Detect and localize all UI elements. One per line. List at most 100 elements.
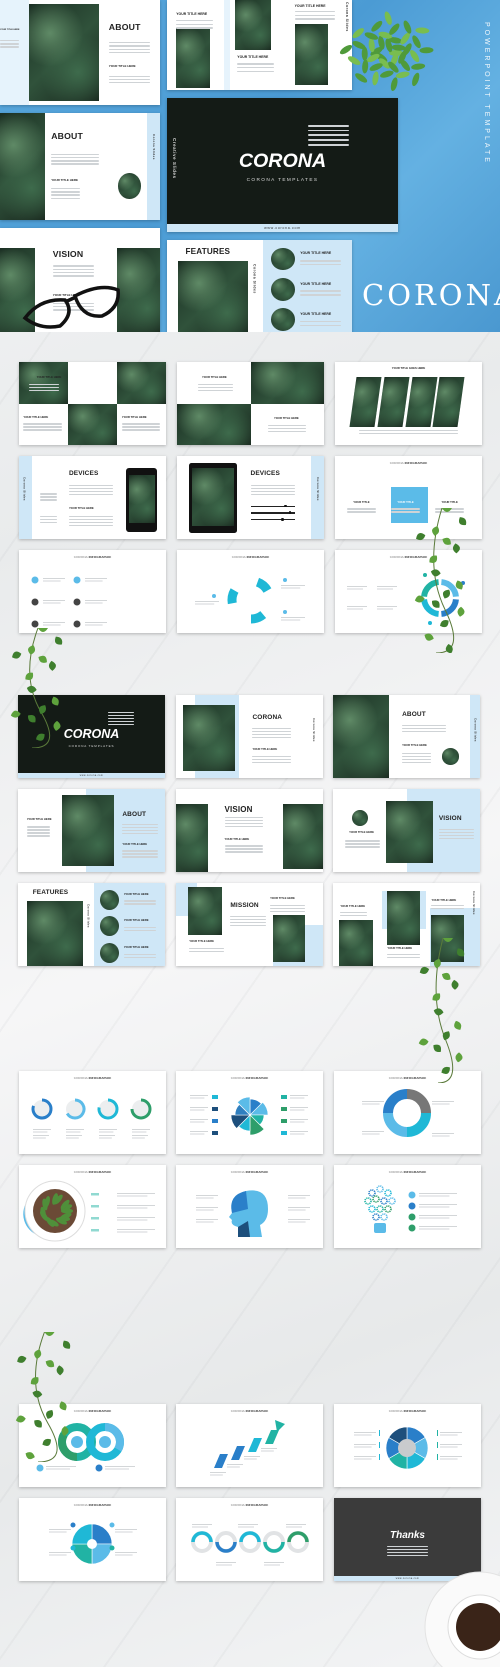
slide-arrows[interactable]: CORONA INFOGRAPHIC [176, 1404, 323, 1487]
slide-wave[interactable]: CORONA INFOGRAPHIC [176, 1498, 323, 1581]
placeholder-text [51, 153, 100, 165]
text-line [210, 1472, 226, 1473]
tag [281, 1131, 287, 1135]
feature-title: YOUR TITLE HERE [123, 945, 149, 949]
slide-features[interactable]: FEATURES Corona Slides YOUR TITLE HERE YOUR… [18, 883, 165, 966]
text-line [362, 1133, 380, 1135]
photo [387, 891, 420, 946]
slide-vision-blue[interactable]: YOUR TITLE HERE VISION [333, 789, 480, 872]
dot [408, 1224, 416, 1232]
text-line [115, 1552, 137, 1553]
text-line [419, 1204, 457, 1205]
slide-corona-split[interactable]: CORONA YOUR TITLE HERE Corona Slides [176, 695, 323, 778]
text-line [196, 1221, 214, 1223]
slide-cycle[interactable]: CORONA INFOGRAPHIC [177, 550, 324, 633]
slide-tablet[interactable]: DEVICES Corona Slides [177, 456, 324, 539]
vertical-label: Corona Slides [151, 134, 156, 161]
text-line [264, 1562, 284, 1563]
text-line [190, 1109, 205, 1111]
slide-polar[interactable]: CORONA INFOGRAPHIC [176, 1071, 323, 1154]
photo [116, 247, 160, 332]
slide-subtitle: YOUR TITLE HERE [51, 178, 79, 183]
text-line [33, 1129, 51, 1130]
slide-strips[interactable]: YOUR TITLE GOES HERE [335, 362, 482, 445]
slide-wheel[interactable]: CORONA INFOGRAPHIC [334, 1404, 481, 1487]
slide-about-blue[interactable]: ABOUT YOUR TITLE HERE YOUR TITLE HERE [18, 789, 165, 872]
text-line [43, 580, 61, 582]
placeholder-text [300, 290, 341, 296]
slide-mission[interactable]: MISSION YOUR TITLE HERE YOUR TITLE HERE [176, 883, 323, 966]
photo [352, 809, 369, 827]
photo [294, 24, 328, 86]
marker [437, 1454, 438, 1460]
slide-donuts[interactable]: CORONA INFOGRAPHIC [19, 1071, 166, 1154]
vertical-label: Corona Slides [471, 891, 475, 916]
placeholder-text [252, 755, 291, 763]
text-line [216, 1564, 232, 1566]
dot [31, 598, 39, 606]
text-line [196, 1219, 218, 1220]
photo [100, 889, 120, 910]
slide-gear[interactable]: CORONA INFOGRAPHIC [19, 1498, 166, 1581]
slide-about-photo[interactable]: Corona Slides ABOUT YOUR TITLE HERE [333, 695, 480, 778]
placeholder-text [39, 515, 58, 523]
slide-subtitle: YOUR TITLE HERE [387, 946, 413, 950]
placeholder-text [224, 845, 263, 853]
slide-title: CORONA [252, 713, 283, 721]
text-line [347, 606, 367, 607]
placeholder-text [68, 515, 114, 526]
slide-title: FEATURES [185, 246, 231, 256]
slide-title: DEVICES [250, 469, 280, 477]
text-line [85, 600, 107, 601]
text-line [354, 1456, 376, 1457]
text-line [85, 622, 107, 623]
placeholder-text [307, 124, 350, 146]
arc-segment [239, 1531, 261, 1543]
text-line [190, 1133, 205, 1135]
slide-about-band[interactable]: ABOUT YOUR TITLE HERE Corona Slides [0, 113, 160, 220]
text-line [49, 1554, 67, 1556]
text-line [419, 1195, 450, 1197]
slide-cover[interactable]: CORONA CORONA TEMPLATES www.corona.com Crea… [167, 98, 398, 232]
dot [408, 1191, 416, 1199]
placeholder-text [300, 259, 341, 266]
slide-phone[interactable]: Corona Slides DEVICES YOUR TITLE HERE [19, 456, 166, 539]
ivy-decoration [418, 938, 465, 1083]
infographic-graphic [362, 1089, 454, 1137]
color-band [147, 113, 160, 220]
slide-three-titles[interactable]: YOUR TITLE HERE YOUR TITLE HERE YOUR TITLE… [167, 0, 352, 90]
arrow-segment [255, 577, 272, 594]
slide-cycle4[interactable]: CORONA INFOGRAPHIC [334, 1071, 481, 1154]
cover-subtitle: CORONA TEMPLATES [246, 177, 319, 183]
slide-subtitle: YOUR TITLE HERE [270, 896, 295, 900]
placeholder-text [26, 826, 51, 837]
slider-bar [250, 518, 295, 521]
text-line [132, 1129, 150, 1130]
text-line [238, 1526, 254, 1528]
placeholder-text [402, 753, 432, 764]
text-line [377, 608, 393, 610]
slide-about-right[interactable]: ABOUT YOUR TITLE HERE YOUR TITLE HERE [0, 0, 160, 105]
dot [212, 594, 216, 598]
text-line [195, 603, 215, 605]
dot [31, 620, 39, 628]
text-line [66, 1137, 79, 1139]
vertical-label: Corona Slides [473, 718, 477, 743]
text-line [281, 617, 305, 618]
slide-head[interactable]: CORONA INFOGRAPHIC [176, 1165, 323, 1248]
slide-bulb[interactable]: CORONA INFOGRAPHIC [334, 1165, 481, 1248]
text-line [362, 1103, 380, 1105]
placeholder-text [386, 1546, 429, 1557]
text-line [190, 1097, 205, 1099]
slide-features[interactable]: FEATURES Corona Slides YOUR TITLE HERE YOUR… [167, 240, 352, 332]
slide-title: DEVICES [68, 469, 99, 477]
slide-vision[interactable]: VISION YOUR TITLE HERE [176, 789, 323, 872]
tag [212, 1095, 218, 1099]
gear-icon [368, 1205, 376, 1213]
dot [283, 578, 287, 582]
slide-grid4[interactable]: YOUR TITLE HERE YOUR TITLE HERE [177, 362, 324, 445]
box-title: YOUR TITLE [353, 501, 370, 505]
slide-grid6[interactable]: YOUR TITLE HERE YOUR TITLE HERE YOUR TITLE… [19, 362, 166, 445]
text-line [190, 1095, 208, 1096]
slide-list6[interactable]: CORONA INFOGRAPHIC [19, 550, 166, 633]
